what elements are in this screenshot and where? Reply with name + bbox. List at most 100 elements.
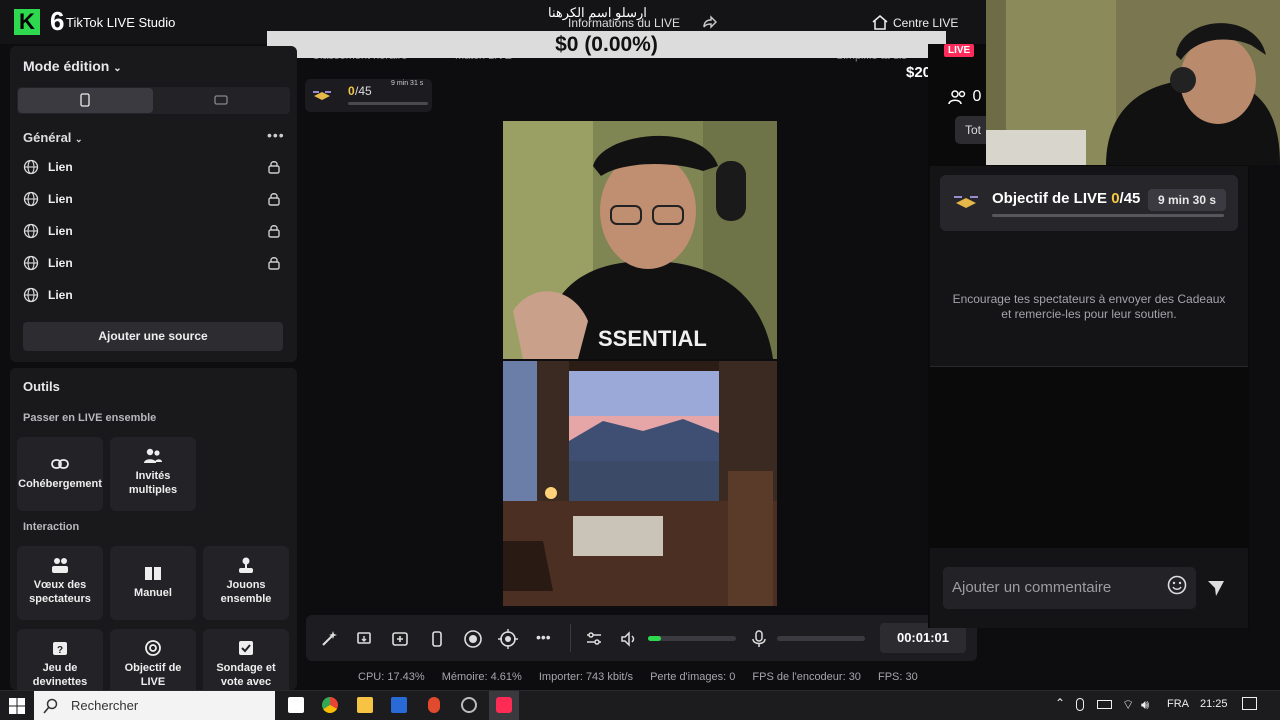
source-label: Lien — [48, 192, 73, 206]
camera-target-icon[interactable] — [498, 629, 518, 649]
notifications-icon[interactable] — [1242, 697, 1257, 710]
more-options-icon[interactable]: ••• — [267, 127, 285, 143]
file-explorer-icon[interactable] — [357, 697, 373, 713]
source-row-2[interactable]: Lien — [23, 189, 285, 209]
portrait-option[interactable] — [18, 88, 153, 113]
interaction-section-label: Interaction — [23, 521, 80, 533]
magic-wand-icon[interactable] — [320, 630, 338, 648]
battery-icon[interactable] — [1097, 700, 1112, 709]
app-tt-icon[interactable] — [288, 697, 304, 713]
phone-icon — [80, 93, 90, 107]
windows-start-icon[interactable] — [9, 698, 25, 714]
more-icon[interactable]: ••• — [536, 629, 551, 645]
screen-share-icon[interactable] — [356, 630, 374, 648]
wifi-icon[interactable]: ⌔ — [1122, 697, 1134, 713]
overlay-title: ارسلو اسم الكرهنا — [548, 5, 647, 20]
logo-number: 6 — [50, 6, 65, 36]
cohost-tool[interactable]: Cohébergement — [17, 437, 103, 511]
microphone-icon[interactable] — [750, 629, 768, 649]
divider — [930, 366, 1248, 367]
landscape-icon — [214, 95, 228, 105]
viewer-wishes-tool[interactable]: Vœux des spectateurs — [17, 546, 103, 620]
mic-tray-icon[interactable] — [1076, 698, 1084, 711]
lock-icon[interactable] — [268, 256, 280, 270]
target-icon — [145, 640, 161, 656]
stats-bar: CPU: 17.43% Mémoire: 4.61% Importer: 743… — [358, 671, 932, 683]
store-icon[interactable] — [391, 697, 407, 713]
upload-stat: Importer: 743 kbit/s — [538, 671, 634, 683]
drone-icon — [954, 196, 978, 208]
chevron-up-icon[interactable]: ⌃ — [1055, 696, 1065, 710]
source-row-3[interactable]: Lien — [23, 221, 285, 241]
volume-tray-icon[interactable]: 🔊︎ — [1141, 697, 1149, 713]
play-together-tool[interactable]: Jouons ensemble — [203, 546, 289, 620]
add-source-button[interactable]: Ajouter une source — [23, 322, 283, 351]
globe-icon — [23, 159, 39, 175]
language-indicator[interactable]: FRA — [1167, 698, 1189, 710]
source-row-5[interactable]: Lien — [23, 285, 285, 305]
cpu-stat: CPU: 17.43% — [358, 671, 425, 683]
general-label: Général — [23, 130, 72, 145]
lock-icon[interactable] — [268, 192, 280, 206]
mini-goal-target: /45 — [355, 84, 372, 98]
speaker-icon[interactable] — [620, 630, 638, 648]
mini-goal-widget: 0 /45 9 min 31 s — [305, 79, 432, 112]
send-icon[interactable] — [1206, 578, 1226, 598]
divider — [570, 624, 571, 652]
add-layout-icon[interactable] — [391, 630, 409, 648]
landscape-option[interactable] — [153, 88, 289, 113]
microphone-app-icon[interactable] — [428, 697, 440, 713]
multi-guest-tool[interactable]: Invités multiples — [110, 437, 196, 511]
clock[interactable]: 21:25 — [1200, 698, 1228, 710]
viewer-count-value: 0 — [972, 88, 982, 105]
goal-target: /45 — [1119, 190, 1141, 207]
mobile-icon[interactable] — [428, 630, 446, 648]
chrome-icon[interactable] — [322, 697, 338, 713]
encoder-fps-stat: FPS de l'encodeur: 30 — [752, 671, 861, 683]
poll-icon — [239, 641, 253, 655]
goal-count: 0 — [1111, 190, 1120, 207]
chevron-down-icon: ⌄ — [75, 134, 83, 144]
centre-live-link[interactable]: Centre LIVE — [893, 16, 958, 30]
source-row-1[interactable]: Lien — [23, 157, 285, 177]
comment-placeholder: Ajouter un commentaire — [952, 579, 1112, 596]
record-icon[interactable] — [463, 629, 483, 649]
volume-slider[interactable] — [648, 636, 736, 641]
general-group-header[interactable]: Général ⌄ — [23, 130, 83, 145]
users-icon — [144, 448, 162, 463]
source-row-4[interactable]: Lien — [23, 253, 285, 273]
frame-loss-stat: Perte d'images: 0 — [650, 671, 736, 683]
manual-tool[interactable]: Manuel — [110, 546, 196, 620]
live-badge: LIVE — [944, 44, 975, 57]
svg-text:?: ? — [57, 645, 63, 656]
app-circle-icon[interactable] — [461, 697, 477, 713]
wishes-icon — [52, 558, 68, 573]
guessing-game-label: Jeu de devinettes — [32, 662, 88, 688]
drone-icon — [313, 91, 331, 100]
tools-title: Outils — [23, 379, 60, 394]
k-logo: K — [14, 9, 40, 35]
joystick-icon — [239, 557, 253, 573]
emoji-icon[interactable] — [1167, 575, 1187, 595]
mixer-icon[interactable] — [585, 630, 603, 648]
goal-title: Objectif de LIVE 0/45 — [992, 190, 1140, 207]
globe-icon — [23, 191, 39, 207]
source-label: Lien — [48, 288, 73, 302]
viewer-count[interactable]: 0 — [948, 88, 981, 106]
edit-mode-title[interactable]: Mode édition ⌄ — [23, 58, 122, 74]
webcam-person — [986, 0, 1280, 165]
lock-icon[interactable] — [268, 224, 280, 238]
home-icon[interactable] — [871, 14, 889, 30]
lock-icon[interactable] — [268, 160, 280, 174]
encourage-message: Encourage tes spectateurs à envoyer des … — [952, 292, 1226, 321]
book-icon — [145, 567, 161, 580]
source-label: Lien — [48, 160, 73, 174]
share-icon[interactable] — [702, 14, 718, 30]
svg-text:SSENTIAL: SSENTIAL — [598, 326, 707, 351]
background-scene — [503, 361, 777, 606]
tiktok-icon[interactable] — [496, 697, 512, 713]
goal-time-remaining: 9 min 30 s — [1148, 189, 1226, 211]
mini-goal-count: 0 — [348, 84, 355, 98]
mic-slider[interactable] — [777, 636, 865, 641]
source-label: Lien — [48, 256, 73, 270]
